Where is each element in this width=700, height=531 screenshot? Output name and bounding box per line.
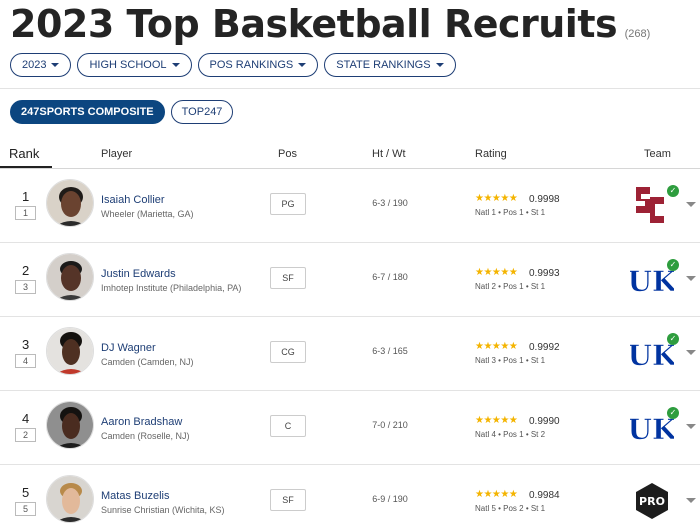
- star-rating-icon: ★★★★★: [475, 415, 518, 426]
- year-filter-dropdown[interactable]: 2023: [10, 53, 72, 77]
- rank-number: 3: [22, 337, 30, 352]
- table-row[interactable]: 2 3 Justin Edwards Imhotep Institute (Ph…: [0, 243, 700, 317]
- pos-rankings-dropdown[interactable]: POS RANKINGS: [197, 53, 319, 77]
- level-filter-label: HIGH SCHOOL: [89, 59, 167, 71]
- state-rankings-label: STATE RANKINGS: [336, 59, 431, 71]
- table-header: Rank Player Pos Ht / Wt Rating Team: [0, 145, 700, 168]
- previous-rank-badge: 1: [15, 206, 36, 220]
- player-name-link[interactable]: Justin Edwards: [101, 268, 176, 280]
- position-badge: SF: [270, 489, 306, 511]
- page-header: 2023 Top Basketball Recruits (268): [10, 2, 650, 46]
- chevron-down-icon: [171, 63, 180, 67]
- position-badge: SF: [270, 267, 306, 289]
- table-row[interactable]: 5 5 Matas Buzelis Sunrise Christian (Wic…: [0, 465, 700, 531]
- sub-rankings: Natl 1 • Pos 1 • St 1: [475, 208, 546, 217]
- tab-top247[interactable]: TOP247: [170, 100, 234, 124]
- pro-logo-icon[interactable]: PRO: [630, 479, 674, 521]
- divider: [0, 88, 700, 89]
- player-school: Imhotep Institute (Philadelphia, PA): [101, 283, 242, 293]
- star-rating-icon: ★★★★★: [475, 193, 518, 204]
- rating-score: 0.9993: [529, 268, 560, 279]
- player-name-link[interactable]: DJ Wagner: [101, 342, 156, 354]
- player-name-link[interactable]: Isaiah Collier: [101, 194, 165, 206]
- chevron-down-icon[interactable]: [686, 350, 696, 355]
- team-column-header: Team: [644, 148, 671, 160]
- sub-rankings: Natl 3 • Pos 1 • St 1: [475, 356, 546, 365]
- chevron-down-icon[interactable]: [686, 424, 696, 429]
- ranking-source-tabs: 247SPORTS COMPOSITE TOP247: [10, 100, 234, 124]
- star-rating-icon: ★★★★★: [475, 489, 518, 500]
- rating-score: 0.9984: [529, 490, 560, 501]
- svg-text:UK: UK: [630, 339, 674, 372]
- previous-rank-badge: 4: [15, 354, 36, 368]
- pos-column-header: Pos: [278, 148, 297, 160]
- height-weight: 7-0 / 210: [372, 420, 408, 430]
- previous-rank-badge: 3: [15, 280, 36, 294]
- chevron-down-icon[interactable]: [686, 498, 696, 503]
- rank-column-header[interactable]: Rank: [9, 146, 39, 161]
- check-icon: ✓: [667, 407, 679, 419]
- htwt-column-header: Ht / Wt: [372, 148, 406, 160]
- rank-number: 4: [22, 411, 30, 426]
- position-badge: PG: [270, 193, 306, 215]
- previous-rank-badge: 2: [15, 428, 36, 442]
- chevron-down-icon[interactable]: [686, 202, 696, 207]
- chevron-down-icon[interactable]: [686, 276, 696, 281]
- level-filter-dropdown[interactable]: HIGH SCHOOL: [77, 53, 192, 77]
- filter-bar: 2023 HIGH SCHOOL POS RANKINGS STATE RANK…: [10, 53, 456, 77]
- table-row[interactable]: 4 2 Aaron Bradshaw Camden (Roselle, NJ) …: [0, 391, 700, 465]
- player-name-link[interactable]: Matas Buzelis: [101, 490, 169, 502]
- player-photo[interactable]: [46, 327, 94, 375]
- tab-247sports-composite[interactable]: 247SPORTS COMPOSITE: [10, 100, 165, 124]
- player-photo[interactable]: [46, 475, 94, 523]
- rating-column-header: Rating: [475, 148, 507, 160]
- year-filter-label: 2023: [22, 59, 47, 71]
- sub-rankings: Natl 5 • Pos 2 • St 1: [475, 504, 546, 513]
- height-weight: 6-7 / 180: [372, 272, 408, 282]
- chevron-down-icon: [298, 63, 307, 67]
- player-school: Sunrise Christian (Wichita, KS): [101, 505, 225, 515]
- position-badge: CG: [270, 341, 306, 363]
- star-rating-icon: ★★★★★: [475, 267, 518, 278]
- position-badge: C: [270, 415, 306, 437]
- check-icon: ✓: [667, 259, 679, 271]
- chevron-down-icon: [435, 63, 444, 67]
- rank-number: 5: [22, 485, 30, 500]
- check-icon: ✓: [667, 333, 679, 345]
- check-icon: ✓: [667, 185, 679, 197]
- height-weight: 6-3 / 165: [372, 346, 408, 356]
- player-school: Camden (Camden, NJ): [101, 357, 194, 367]
- player-photo[interactable]: [46, 401, 94, 449]
- height-weight: 6-3 / 190: [372, 198, 408, 208]
- player-school: Camden (Roselle, NJ): [101, 431, 190, 441]
- player-photo[interactable]: [46, 179, 94, 227]
- svg-text:UK: UK: [630, 265, 674, 298]
- chevron-down-icon: [51, 63, 60, 67]
- player-photo[interactable]: [46, 253, 94, 301]
- pos-rankings-label: POS RANKINGS: [209, 59, 294, 71]
- rating-score: 0.9990: [529, 416, 560, 427]
- rank-number: 1: [22, 189, 30, 204]
- player-school: Wheeler (Marietta, GA): [101, 209, 194, 219]
- table-row[interactable]: 1 1 Isaiah Collier Wheeler (Marietta, GA…: [0, 169, 700, 243]
- recruit-count: (268): [624, 28, 651, 40]
- table-row[interactable]: 3 4 DJ Wagner Camden (Camden, NJ) CG 6-3…: [0, 317, 700, 391]
- previous-rank-badge: 5: [15, 502, 36, 516]
- player-column-header: Player: [101, 148, 133, 160]
- rating-score: 0.9998: [529, 194, 560, 205]
- svg-text:UK: UK: [630, 413, 674, 446]
- sub-rankings: Natl 4 • Pos 1 • St 2: [475, 430, 546, 439]
- player-name-link[interactable]: Aaron Bradshaw: [101, 416, 182, 428]
- height-weight: 6-9 / 190: [372, 494, 408, 504]
- sub-rankings: Natl 2 • Pos 1 • St 1: [475, 282, 546, 291]
- rating-score: 0.9992: [529, 342, 560, 353]
- state-rankings-dropdown[interactable]: STATE RANKINGS: [324, 53, 456, 77]
- pro-label: PRO: [639, 495, 665, 508]
- rank-number: 2: [22, 263, 30, 278]
- star-rating-icon: ★★★★★: [475, 341, 518, 352]
- page-title: 2023 Top Basketball Recruits: [10, 2, 618, 46]
